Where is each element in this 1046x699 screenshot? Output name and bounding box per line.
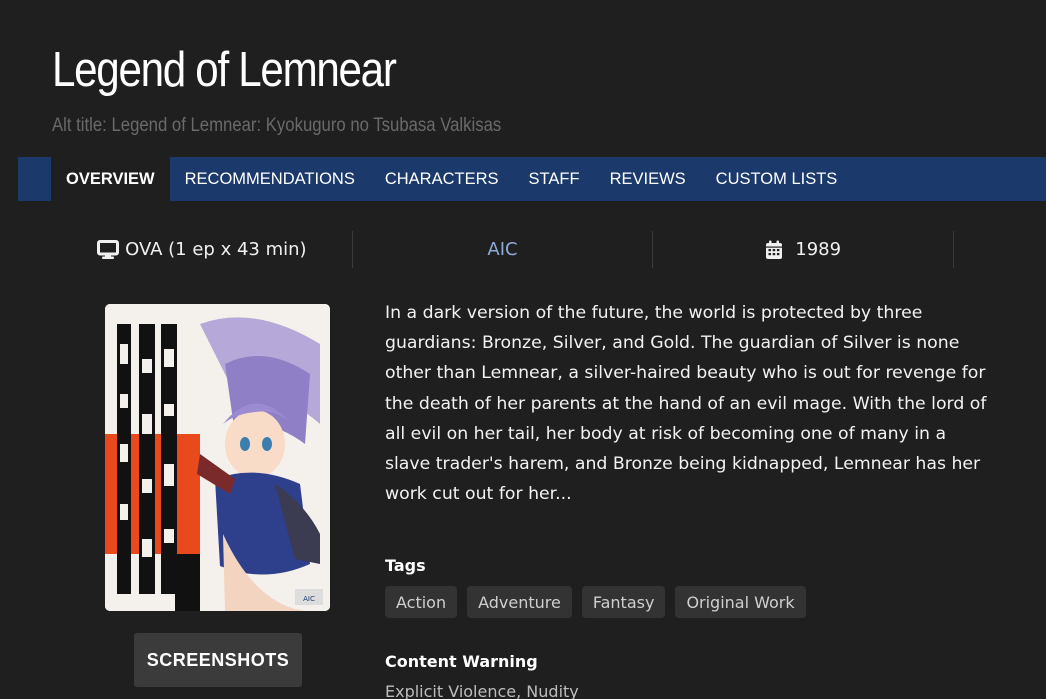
year-text: 1989	[795, 239, 842, 260]
year-info: 1989	[653, 231, 955, 268]
synopsis: In a dark version of the future, the wor…	[385, 303, 987, 505]
tab-overview[interactable]: OVERVIEW	[51, 157, 170, 201]
publisher-logo: AIC	[303, 595, 315, 603]
anime-page: Legend of Lemnear Alt title: Legend of L…	[0, 0, 1046, 699]
tab-recommendations[interactable]: RECOMMENDATIONS	[170, 157, 370, 201]
tab-custom-lists[interactable]: CUSTOM LISTS	[701, 157, 853, 201]
tab-reviews[interactable]: REVIEWS	[595, 157, 701, 201]
content-warning-list: Explicit Violence, Nudity	[385, 682, 579, 699]
info-row: OVA (1 ep x 43 min) AIC 1989	[52, 231, 955, 268]
monitor-icon	[97, 239, 120, 260]
tags-heading: Tags	[385, 556, 426, 575]
page-title: Legend of Lemnear	[52, 43, 397, 97]
tag-list: Action Adventure Fantasy Original Work	[385, 586, 806, 618]
format-info: OVA (1 ep x 43 min)	[52, 231, 353, 268]
tab-staff[interactable]: STAFF	[514, 157, 595, 201]
tag-original-work[interactable]: Original Work	[675, 586, 806, 618]
screenshots-button[interactable]: SCREENSHOTS	[134, 633, 302, 687]
studio-link[interactable]: AIC	[487, 239, 517, 260]
tag-action[interactable]: Action	[385, 586, 458, 618]
tab-characters[interactable]: CHARACTERS	[370, 157, 514, 201]
calendar-icon	[765, 240, 783, 260]
tag-fantasy[interactable]: Fantasy	[581, 586, 666, 618]
format-text: OVA (1 ep x 43 min)	[125, 239, 307, 260]
tag-adventure[interactable]: Adventure	[467, 586, 572, 618]
alt-title: Alt title: Legend of Lemnear: Kyokuguro …	[52, 115, 502, 136]
content-warning-heading: Content Warning	[385, 652, 538, 671]
cover-image[interactable]: AIC	[105, 304, 330, 611]
studio-info: AIC	[353, 231, 654, 268]
tab-bar: OVERVIEW RECOMMENDATIONS CHARACTERS STAF…	[18, 157, 1046, 201]
